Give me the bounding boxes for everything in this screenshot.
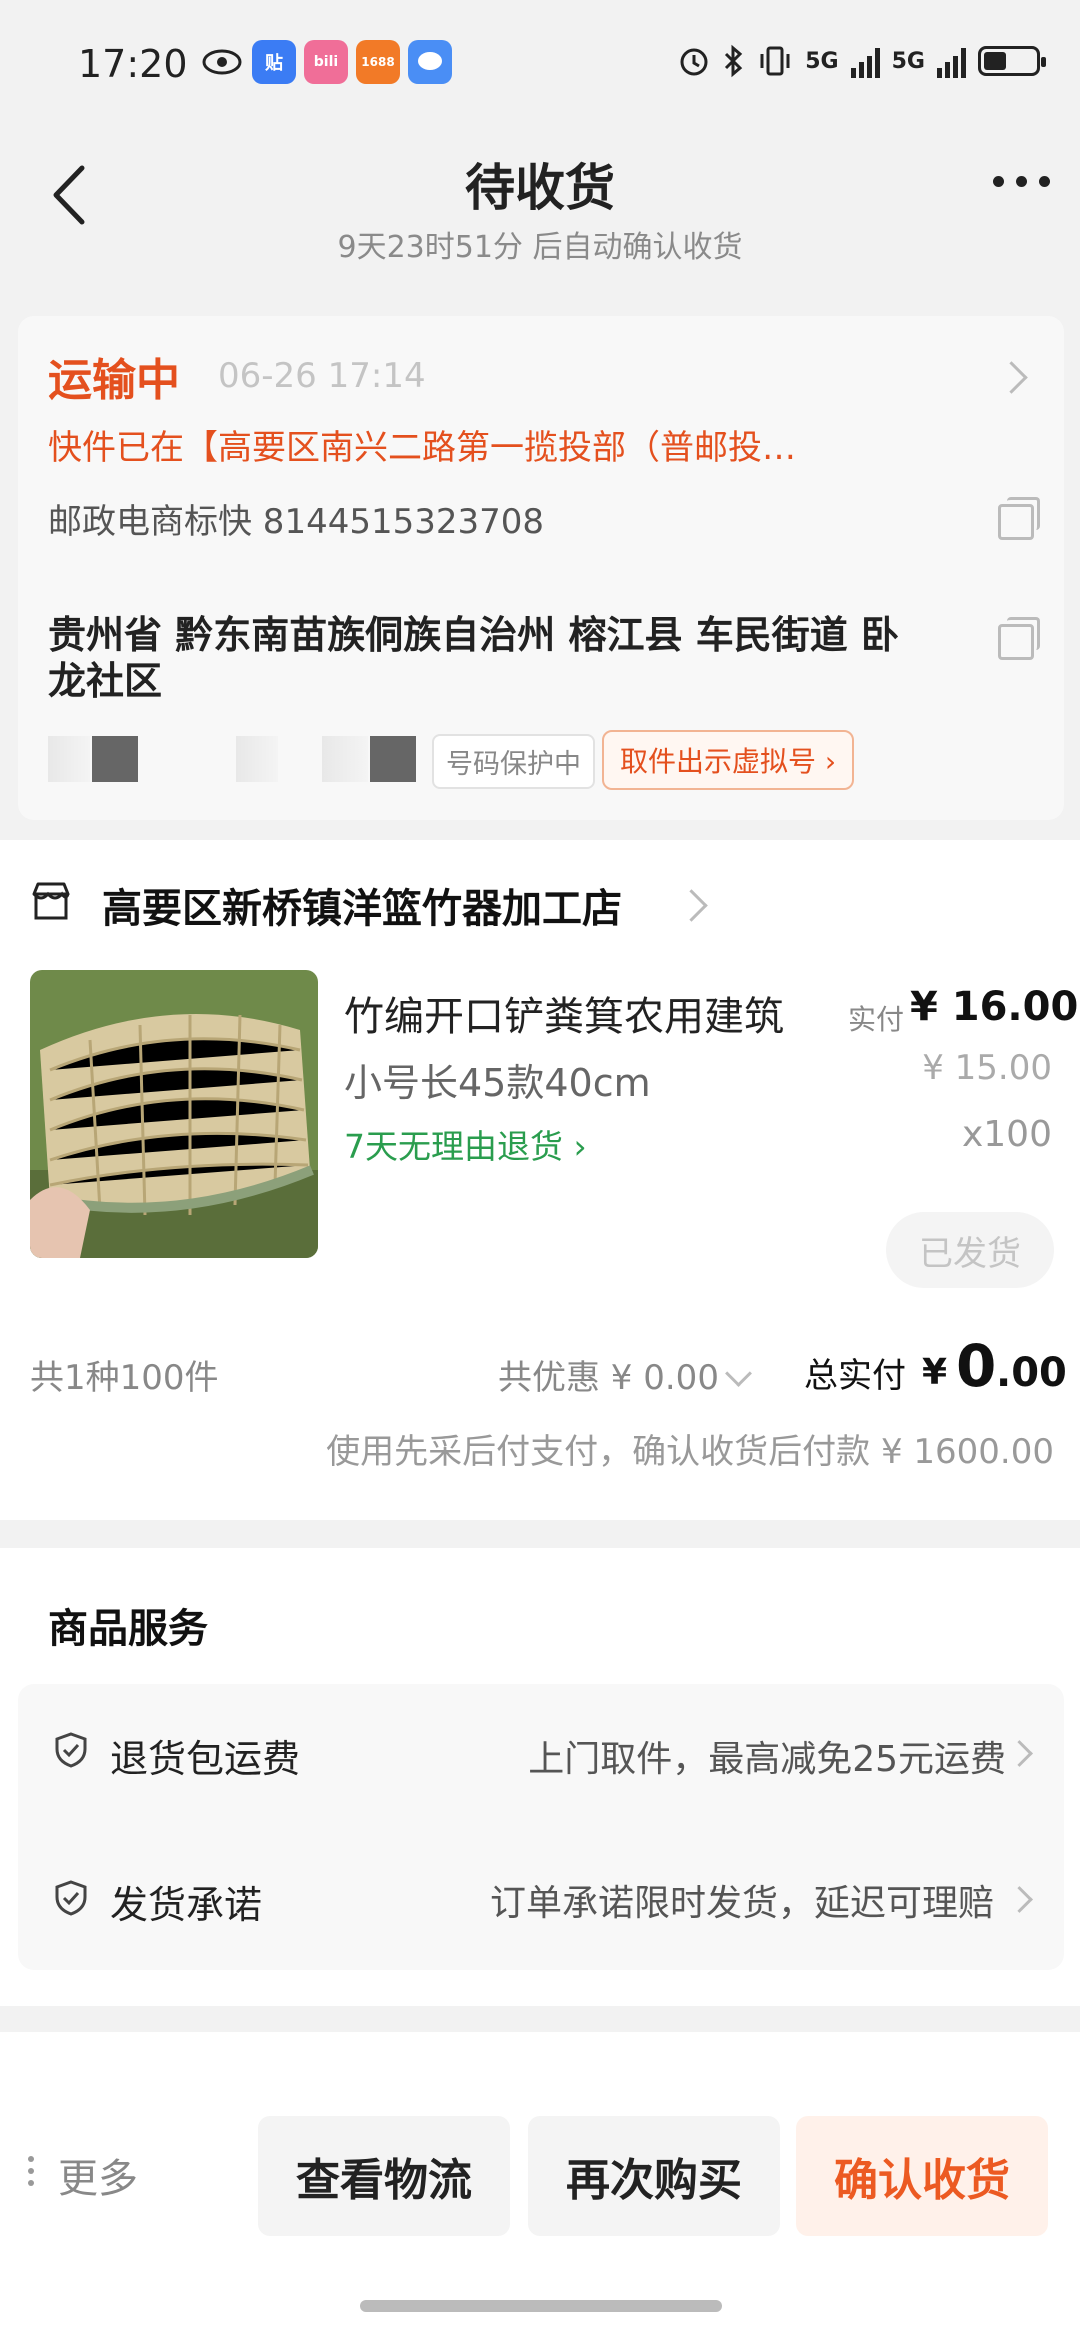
redacted-phone-block bbox=[236, 736, 278, 782]
shipped-status-button: 已发货 bbox=[886, 1212, 1054, 1288]
eye-icon bbox=[202, 49, 242, 75]
product-sku: 小号长45款40cm bbox=[344, 1061, 651, 1105]
quantity: x100 bbox=[961, 1114, 1052, 1155]
product-name[interactable]: 竹编开口铲粪箕农用建筑 bbox=[344, 984, 784, 1042]
chevron-down-icon bbox=[725, 1360, 752, 1387]
redacted-phone-block bbox=[322, 736, 368, 782]
vibrate-icon bbox=[760, 46, 790, 76]
tieba-icon: 贴 bbox=[252, 40, 296, 84]
service-name-shipping-promise[interactable]: 发货承诺 bbox=[110, 1874, 262, 1929]
discount-summary[interactable]: 共优惠 ¥ 0.00 bbox=[498, 1350, 752, 1399]
signal-bars-icon-2 bbox=[937, 44, 966, 78]
pay-later-note: 使用先采后付支付，确认收货后付款 ¥ 1600.00 bbox=[326, 1432, 1054, 1472]
buy-again-button[interactable]: 再次购买 bbox=[528, 2116, 780, 2236]
total-amount-decimal: .00 bbox=[996, 1350, 1067, 1396]
copy-address-icon[interactable] bbox=[998, 617, 1040, 660]
logistics-status: 运输中 bbox=[48, 355, 180, 406]
bilibili-icon: bili bbox=[304, 40, 348, 84]
paid-price: ¥ 16.00 bbox=[910, 984, 1079, 1030]
battery-icon bbox=[978, 46, 1046, 76]
more-button[interactable]: 更多 bbox=[58, 2146, 138, 2204]
service-name-return-shipping[interactable]: 退货包运费 bbox=[110, 1728, 300, 1783]
service-desc-shipping-promise[interactable]: 订单承诺限时发货，延迟可理赔 bbox=[490, 1874, 994, 1926]
bluetooth-icon bbox=[725, 44, 743, 78]
privacy-badge: 号码保护中 bbox=[432, 734, 595, 789]
status-app-icons: 贴 bili 1688 bbox=[200, 40, 452, 84]
confirm-receipt-button[interactable]: 确认收货 bbox=[796, 2116, 1048, 2236]
item-count: 共1种100件 bbox=[30, 1358, 219, 1398]
more-dots-icon[interactable] bbox=[28, 2156, 34, 2186]
virtual-number-button[interactable]: 取件出示虚拟号 › bbox=[602, 730, 855, 790]
original-price: ¥ 15.00 bbox=[922, 1048, 1052, 1088]
redacted-phone-block bbox=[370, 736, 416, 782]
paid-label: 实付 bbox=[848, 1003, 905, 1036]
status-time: 17:20 bbox=[78, 42, 188, 86]
total-currency: ¥ bbox=[922, 1352, 948, 1393]
page-title: 待收货 bbox=[465, 159, 615, 217]
discount-text: 共优惠 ¥ 0.00 bbox=[498, 1358, 719, 1398]
redacted-name-block bbox=[48, 736, 90, 782]
total-amount-integer: 0 bbox=[956, 1332, 997, 1400]
service-title: 商品服务 bbox=[48, 1606, 208, 1652]
shield-check-icon bbox=[55, 1880, 87, 1916]
status-system-icons: 5G 5G bbox=[677, 44, 1046, 78]
view-logistics-button[interactable]: 查看物流 bbox=[258, 2116, 510, 2236]
store-icon bbox=[32, 882, 70, 920]
logistics-time: 06-26 17:14 bbox=[218, 356, 426, 396]
return-policy-tag[interactable]: 7天无理由退货 › bbox=[344, 1120, 587, 1168]
signal-bars-icon bbox=[850, 44, 880, 78]
copy-icon[interactable] bbox=[998, 497, 1040, 540]
network-label-2: 5G bbox=[891, 48, 925, 74]
service-desc-return-shipping[interactable]: 上门取件，最高减免25元运费 bbox=[528, 1730, 1006, 1782]
delivery-address: 贵州省 黔东南苗族侗族自治州 榕江县 车民街道 卧龙社区 bbox=[48, 613, 899, 703]
total-label: 总实付 bbox=[804, 1356, 906, 1396]
network-label: 5G bbox=[805, 48, 839, 74]
redacted-name-block bbox=[92, 736, 138, 782]
more-menu-icon[interactable] bbox=[993, 176, 1050, 187]
tracking-number: 邮政电商标快 8144515323708 bbox=[48, 502, 545, 542]
product-image[interactable] bbox=[30, 970, 318, 1258]
chat-bubble-icon bbox=[408, 40, 452, 84]
auto-confirm-countdown: 9天23时51分 后自动确认收货 bbox=[337, 230, 743, 265]
taobao1688-icon: 1688 bbox=[356, 40, 400, 84]
logistics-message: 快件已在【高要区南兴二路第一揽投部（普邮投… bbox=[48, 428, 796, 468]
alarm-icon bbox=[680, 48, 708, 76]
shop-name[interactable]: 高要区新桥镇洋篮竹器加工店 bbox=[102, 876, 622, 934]
shield-check-icon bbox=[55, 1732, 87, 1768]
home-indicator[interactable] bbox=[360, 2300, 722, 2312]
